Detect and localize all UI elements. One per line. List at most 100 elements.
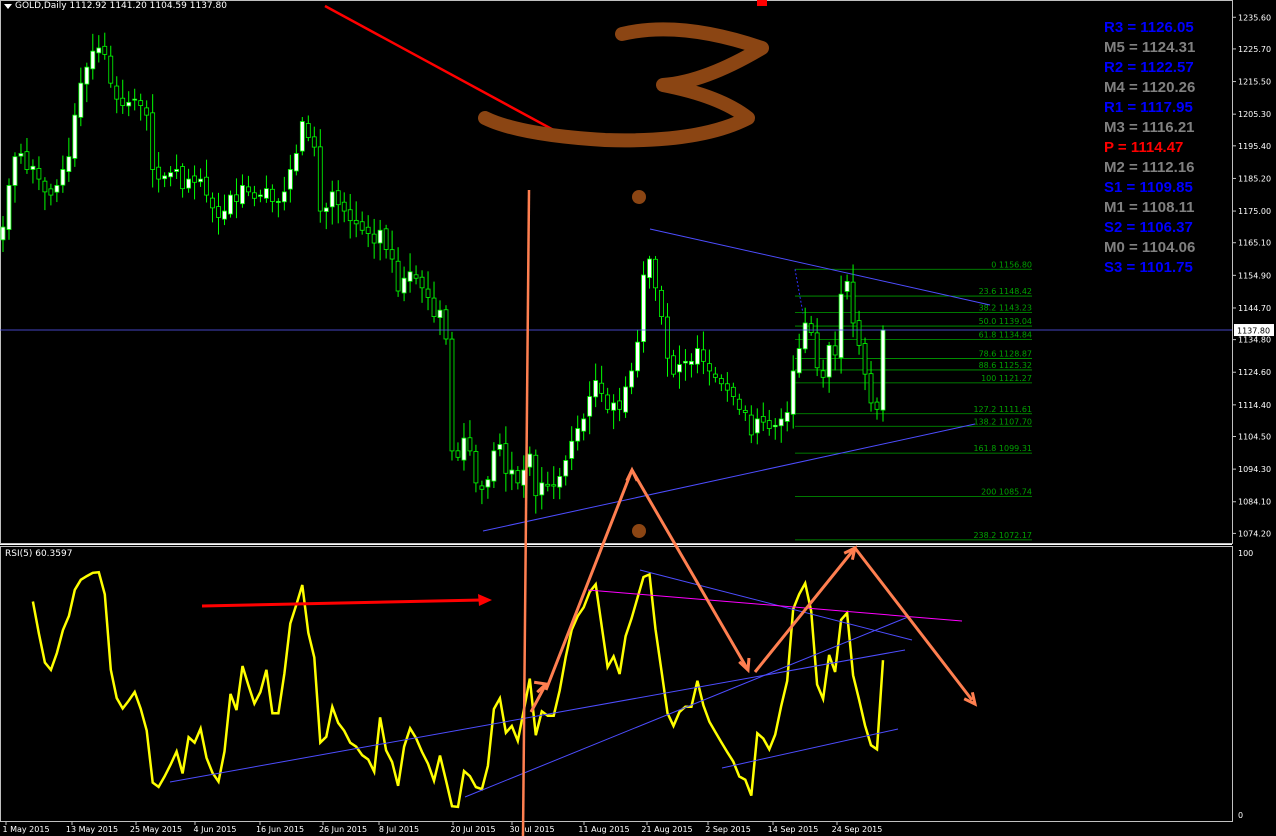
candle-body — [527, 453, 533, 468]
candle-body — [766, 420, 772, 429]
candle-body — [371, 233, 377, 244]
candle-body — [820, 370, 826, 378]
candle-body — [677, 364, 682, 373]
candle-body — [683, 360, 688, 364]
candle-body — [174, 169, 180, 172]
price-tick-label: 1144.70 — [1238, 304, 1271, 313]
candle-body — [425, 288, 431, 298]
candle-body — [240, 185, 245, 205]
candle-body — [569, 440, 575, 459]
candle-body — [156, 166, 162, 180]
candle-body — [210, 197, 215, 209]
candle-body — [299, 121, 305, 152]
candle-body — [234, 194, 239, 202]
brown-dot-lower — [632, 524, 646, 538]
candle-body — [635, 341, 640, 372]
candle-body — [724, 383, 730, 391]
candle-body — [252, 192, 257, 199]
candle-body — [754, 418, 760, 434]
candle-body — [180, 166, 185, 190]
candle-body — [611, 402, 617, 411]
candle-body — [437, 309, 443, 318]
candle-body — [868, 373, 874, 404]
date-tick-label: 2 Sep 2015 — [705, 825, 751, 834]
date-tick-label: 1 May 2015 — [2, 825, 49, 834]
date-tick-label: 26 Jun 2015 — [319, 825, 367, 834]
candle-body — [461, 437, 467, 461]
candle-body — [730, 386, 736, 397]
candle-body — [275, 201, 281, 203]
candle-body — [42, 180, 48, 193]
candle-body — [132, 98, 138, 101]
candle-body — [258, 194, 263, 197]
candle-body — [617, 400, 622, 410]
candle-body — [497, 444, 503, 450]
candle-body — [479, 485, 485, 490]
candle-body — [874, 401, 880, 410]
candle-body — [323, 207, 329, 212]
candle-body — [365, 226, 371, 234]
candle-body — [742, 410, 748, 413]
dropdown-arrow-icon[interactable] — [4, 4, 12, 9]
candle-body — [784, 412, 790, 422]
candle-body — [204, 176, 209, 196]
candle-body — [748, 414, 754, 436]
pivot-level: M0 = 1104.06 — [1104, 239, 1196, 256]
candle-body — [593, 380, 599, 398]
candle-body — [317, 146, 323, 212]
candle-body — [587, 396, 593, 417]
candle-body — [90, 50, 96, 70]
price-tick-label: 1205.30 — [1238, 110, 1271, 119]
candle-body — [712, 373, 718, 378]
date-tick-label: 30 Jul 2015 — [509, 825, 554, 834]
candle-body — [186, 178, 191, 189]
chart-header: GOLD,Daily 1112.92 1141.20 1104.59 1137.… — [15, 1, 227, 11]
candle-body — [545, 483, 551, 487]
candle-body — [281, 191, 287, 203]
candle-body — [760, 416, 766, 423]
candle-body — [689, 360, 694, 365]
candle-body — [718, 378, 724, 385]
price-tick-label: 1175.00 — [1238, 207, 1271, 216]
candle-body — [162, 175, 168, 180]
pivot-level: M2 = 1112.16 — [1104, 159, 1195, 176]
candle-body — [796, 348, 802, 374]
price-tick-label: 1074.20 — [1238, 529, 1271, 538]
fib-label: 200 1085.74 — [981, 488, 1032, 497]
candle-body — [665, 316, 670, 359]
candle-body — [736, 398, 742, 410]
ohlc-values: 1112.92 1141.20 1104.59 1137.80 — [69, 1, 227, 11]
candle-body — [353, 219, 359, 225]
candle-body — [647, 258, 652, 279]
candle-body — [347, 209, 353, 222]
price-chart: 0 1156.80 23.6 1148.42 38.2 1143.23 50.0 11… — [0, 0, 1276, 836]
candle-body — [551, 484, 557, 487]
candle-body — [120, 97, 126, 106]
candle-body — [48, 188, 54, 196]
brown-dot-upper — [632, 190, 646, 204]
candle-body — [287, 169, 293, 190]
candle-body — [802, 322, 808, 350]
candle-body — [790, 370, 796, 415]
candle-body — [701, 349, 706, 362]
candle-body — [192, 175, 197, 183]
price-tick-label: 1094.30 — [1238, 465, 1271, 474]
rsi-bottom-label: 0 — [1238, 811, 1243, 820]
candle-body — [826, 344, 832, 378]
candle-body — [114, 85, 120, 100]
candle-body — [168, 172, 174, 178]
pivot-level: M5 = 1124.31 — [1104, 39, 1196, 56]
pivot-level: R1 = 1117.95 — [1104, 99, 1193, 116]
pivot-level: M3 = 1116.21 — [1104, 119, 1195, 136]
fib-label: 23.6 1148.42 — [979, 287, 1032, 296]
fib-label: 100 1121.27 — [981, 374, 1032, 383]
symbol-label: GOLD,Daily — [15, 1, 67, 11]
date-tick-label: 24 Sep 2015 — [832, 825, 883, 834]
candle-body — [24, 151, 30, 170]
candle-body — [659, 289, 664, 317]
candle-body — [377, 229, 383, 244]
candle-body — [102, 45, 108, 55]
price-tick-label: 1084.10 — [1238, 498, 1271, 507]
fib-label: 50.0 1139.04 — [979, 317, 1032, 326]
date-tick-label: 21 Aug 2015 — [641, 825, 692, 834]
